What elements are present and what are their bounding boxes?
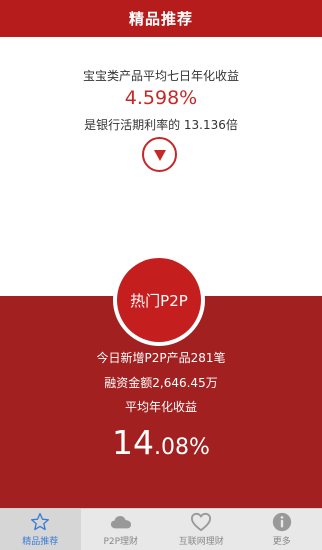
cloud-icon [110,512,132,532]
heart-icon [190,512,212,532]
app-screen: 精品推荐 宝宝类产品平均七日年化收益 4.598% 是银行活期利率的 13.13… [0,0,322,550]
triangle-down-icon [153,149,166,161]
tab-featured-label: 精品推荐 [22,537,59,547]
page-title: 精品推荐 [128,10,193,28]
tab-more[interactable]: 更多 [242,509,322,550]
tab-internet-finance[interactable]: 互联网理财 [161,509,242,550]
avg-yield-rate-integer: 14 [112,423,155,462]
avg-yield-rate: 14.08% [0,423,322,462]
baobao-yield-label: 宝宝类产品平均七日年化收益 [82,69,239,83]
tab-p2p-label: P2P理财 [103,537,139,547]
avg-yield-rate-decimal: .08% [154,435,210,460]
new-products-count: 今日新增P2P产品281笔 [96,351,226,365]
bank-rate-comparison: 是银行活期利率的 13.136倍 [84,118,238,132]
avg-yield-label: 平均年化收益 [124,400,197,414]
tab-internet-finance-label: 互联网理财 [178,537,224,547]
top-bar: 精品推荐 [0,0,322,37]
expand-down-button[interactable] [142,137,177,172]
hot-p2p-label: 热门P2P [130,291,188,310]
hot-p2p-badge[interactable]: 热门P2P [113,254,205,346]
tab-more-label: 更多 [272,537,291,547]
info-icon [271,512,293,532]
baobao-yield-rate: 4.598% [124,87,198,109]
tab-p2p[interactable]: P2P理财 [81,509,162,550]
financing-amount: 融资金额2,646.45万 [104,376,218,390]
bottom-tab-bar: 精品推荐 P2P理财 互联网理财 更多 [0,508,322,550]
hot-p2p-badge-inner: 热门P2P [117,258,201,342]
star-icon [29,512,51,532]
tab-featured[interactable]: 精品推荐 [0,509,81,550]
